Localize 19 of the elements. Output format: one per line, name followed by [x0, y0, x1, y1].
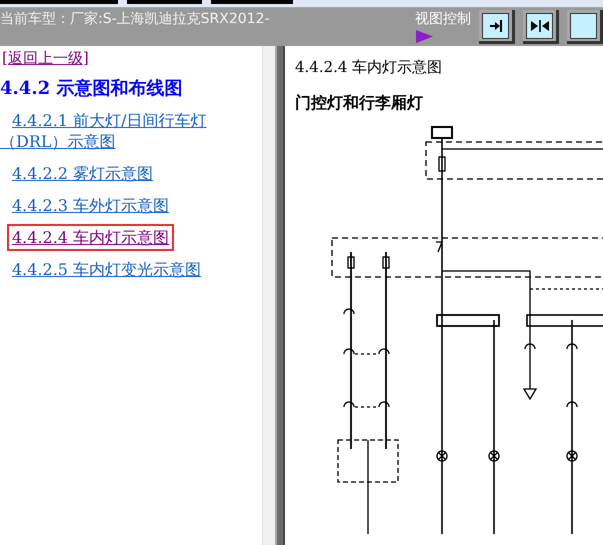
document-title: 4.4.2.4 车内灯示意图 — [295, 58, 444, 77]
nav-link[interactable]: 4.4.2.3 车外灯示意图 — [0, 195, 262, 216]
arrow-to-bar-icon — [488, 18, 502, 32]
nav-link[interactable]: 4.4.2.4 车内灯示意图 — [10, 227, 172, 248]
view-button[interactable] — [523, 10, 559, 44]
view-button[interactable] — [567, 10, 603, 44]
vehicle-model-label: 当前车型：厂家:S-上海凯迪拉克SRX2012- — [0, 10, 270, 29]
scrollbar[interactable] — [262, 46, 275, 545]
view-button[interactable] — [479, 10, 515, 44]
section-heading: 4.4.2 示意图和布线图 — [0, 77, 184, 100]
play-triangle-icon — [415, 30, 433, 43]
view-control-label: 视图控制 — [415, 10, 471, 28]
nav-link[interactable]: 4.4.2.5 车内灯变光示意图 — [0, 259, 262, 280]
pane-splitter[interactable] — [275, 46, 285, 545]
nav-link[interactable]: 4.4.2.1 前大灯/日间行车灯（DRL）示意图 — [0, 110, 262, 152]
back-link[interactable]: [返回上一级] — [2, 49, 89, 68]
arrows-to-center-icon — [530, 18, 550, 32]
diagram-heading: 门控灯和行李厢灯 — [295, 93, 424, 114]
nav-link[interactable]: 4.4.2.2 雾灯示意图 — [0, 163, 262, 184]
